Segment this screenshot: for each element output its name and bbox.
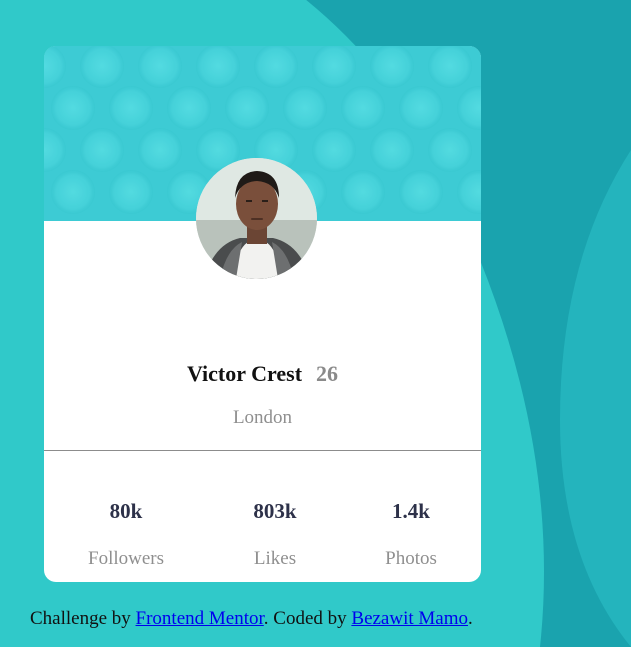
- profile-card: Victor Crest 26 London 80k Followers 803k…: [44, 46, 481, 582]
- stat-likes: 803k Likes: [215, 498, 335, 571]
- divider: [44, 450, 481, 451]
- attribution-prefix: Challenge by: [30, 608, 136, 629]
- stat-label: Photos: [385, 548, 437, 569]
- stat-value: 80k: [109, 499, 143, 523]
- profile-age: 26: [316, 361, 339, 386]
- profile-name: Victor Crest: [186, 361, 303, 386]
- attribution: Challenge by Frontend Mentor. Coded by B…: [30, 607, 473, 631]
- stat-value: 1.4k: [392, 499, 430, 523]
- avatar: [196, 158, 317, 279]
- attribution-suffix: .: [468, 608, 473, 629]
- stat-value: 803k: [253, 499, 297, 523]
- stat-label: Followers: [88, 548, 164, 569]
- attribution-middle: . Coded by: [263, 608, 352, 629]
- profile-photo-icon: [196, 158, 317, 279]
- stat-followers: 80k Followers: [66, 498, 186, 571]
- author-link[interactable]: Bezawit Mamo: [351, 608, 468, 629]
- frontend-mentor-link[interactable]: Frontend Mentor: [136, 608, 264, 629]
- stat-label: Likes: [253, 548, 297, 569]
- profile-location: London: [232, 407, 293, 428]
- profile-name-row: Victor Crest 26: [44, 360, 481, 388]
- stat-photos: 1.4k Photos: [351, 498, 471, 571]
